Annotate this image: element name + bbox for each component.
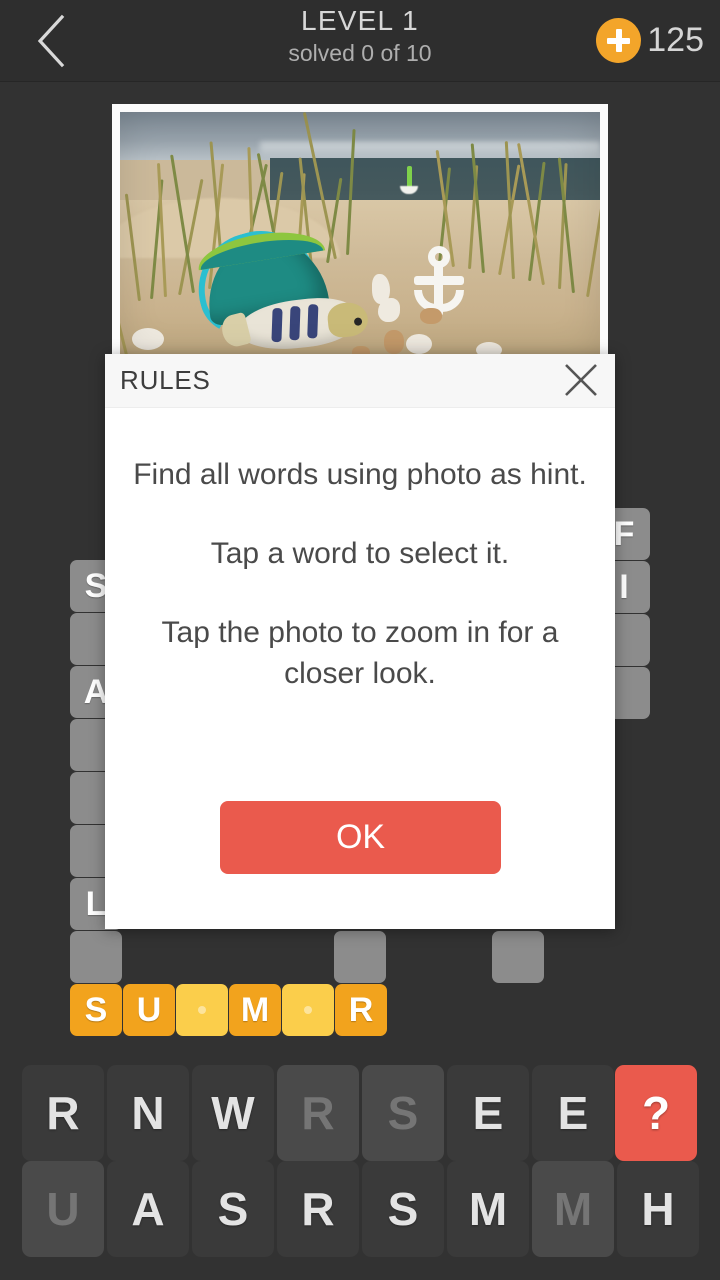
close-button[interactable] bbox=[559, 360, 603, 404]
key-e-2[interactable]: E bbox=[532, 1065, 614, 1161]
key-n[interactable]: N bbox=[107, 1065, 189, 1161]
key-s[interactable]: S bbox=[192, 1161, 274, 1257]
key-m-used[interactable]: M bbox=[532, 1161, 614, 1257]
answer-tile[interactable] bbox=[282, 984, 334, 1036]
answer-tile[interactable]: U bbox=[123, 984, 175, 1036]
key-r-2[interactable]: R bbox=[277, 1161, 359, 1257]
grid-cell[interactable] bbox=[70, 931, 122, 983]
hint-button[interactable]: ? bbox=[615, 1065, 697, 1161]
key-w[interactable]: W bbox=[192, 1065, 274, 1161]
rules-paragraph-1: Find all words using photo as hint. bbox=[133, 458, 587, 491]
rules-dialog-title: RULES bbox=[120, 365, 211, 395]
rules-dialog: RULES Find all words using photo as hint… bbox=[105, 354, 615, 929]
answer-tile[interactable]: M bbox=[229, 984, 281, 1036]
key-u-used[interactable]: U bbox=[22, 1161, 104, 1257]
key-h[interactable]: H bbox=[617, 1161, 699, 1257]
rules-paragraph-2: Tap a word to select it. bbox=[210, 537, 510, 570]
rules-dialog-body: Find all words using photo as hint. Tap … bbox=[105, 408, 615, 694]
rules-paragraph-3: Tap the photo to zoom in for a closer lo… bbox=[161, 616, 559, 690]
key-e[interactable]: E bbox=[447, 1065, 529, 1161]
ok-button[interactable]: OK bbox=[220, 801, 501, 874]
grid-cell[interactable] bbox=[334, 931, 386, 983]
game-screen: LEVEL 1 solved 0 of 10 125 S A L F I S U… bbox=[0, 0, 720, 1280]
key-r[interactable]: R bbox=[22, 1065, 104, 1161]
key-s-used[interactable]: S bbox=[362, 1065, 444, 1161]
key-a[interactable]: A bbox=[107, 1161, 189, 1257]
answer-tile[interactable]: S bbox=[70, 984, 122, 1036]
key-s-2[interactable]: S bbox=[362, 1161, 444, 1257]
rules-dialog-header: RULES bbox=[105, 354, 615, 408]
answer-tile[interactable]: R bbox=[335, 984, 387, 1036]
answer-tile[interactable] bbox=[176, 984, 228, 1036]
key-r-used[interactable]: R bbox=[277, 1065, 359, 1161]
letter-keyboard: R N W R S E E ? U A S R S M M H bbox=[0, 1064, 720, 1264]
close-x-icon bbox=[562, 361, 600, 404]
grid-cell[interactable] bbox=[492, 931, 544, 983]
key-m[interactable]: M bbox=[447, 1161, 529, 1257]
